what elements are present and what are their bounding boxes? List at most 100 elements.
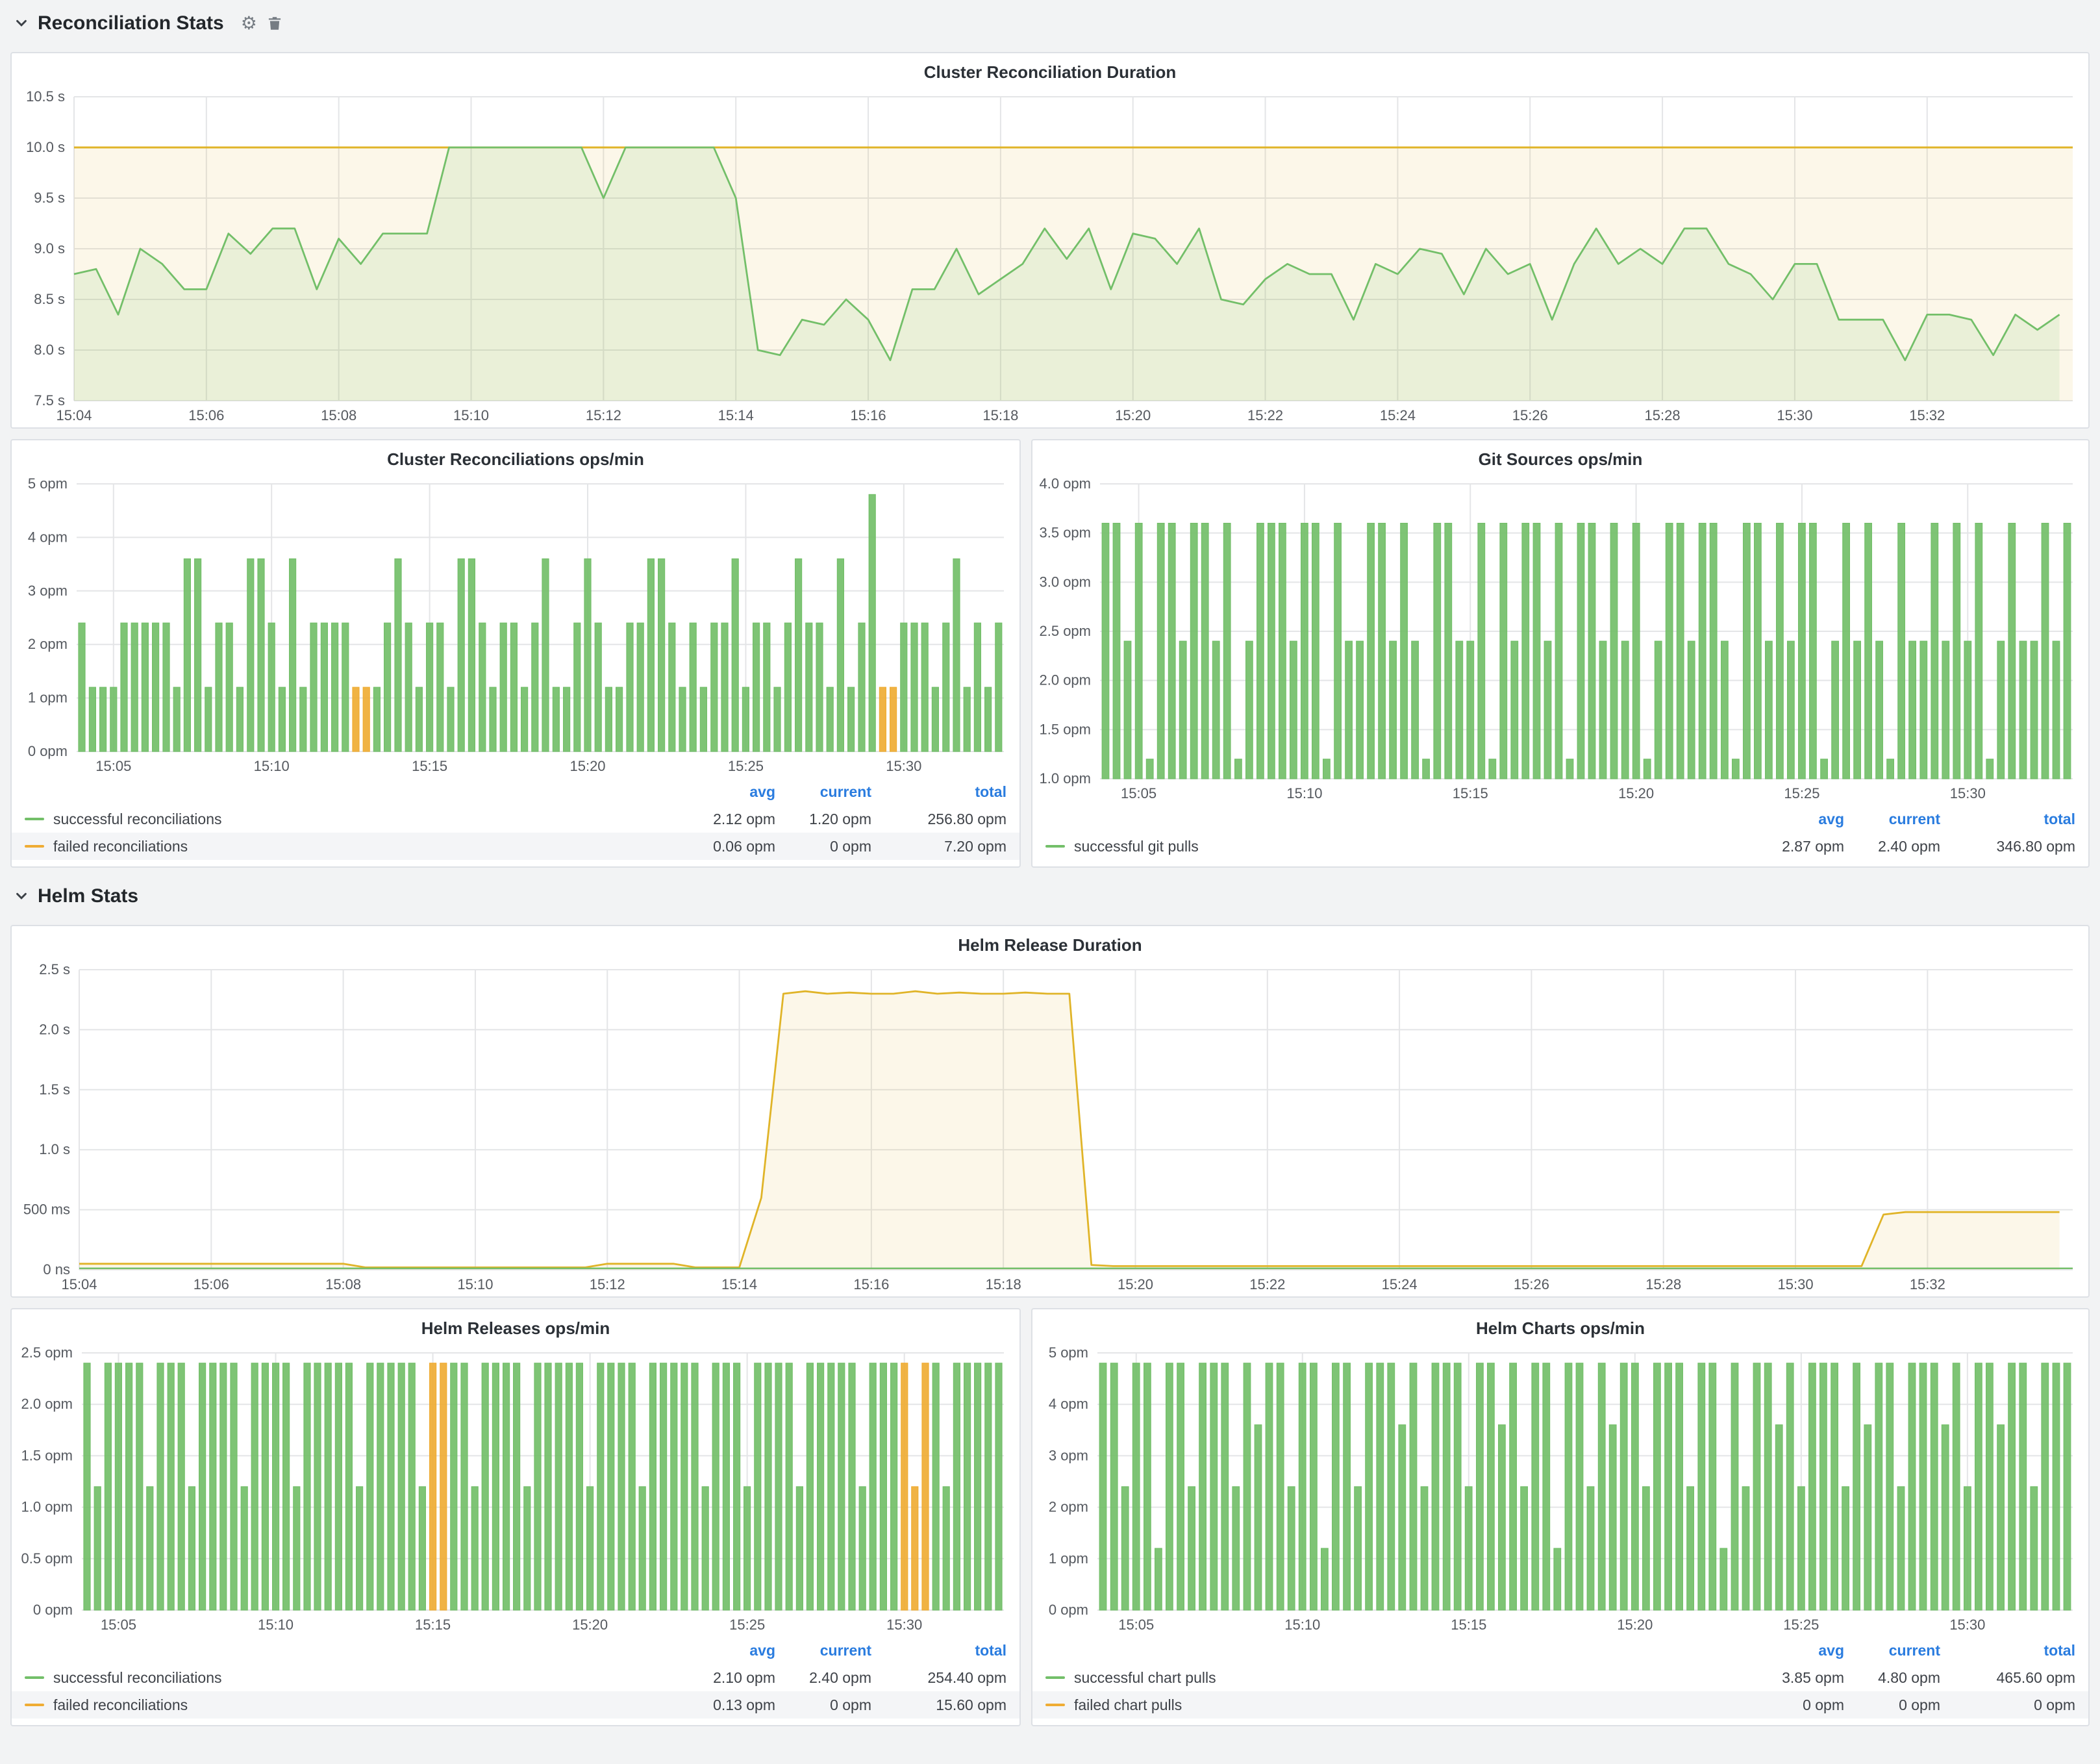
- svg-text:15:32: 15:32: [1909, 407, 1945, 423]
- legend-col-current[interactable]: current: [775, 1642, 871, 1659]
- svg-text:2.0 opm: 2.0 opm: [21, 1396, 73, 1412]
- legend-value-avg: 2.10 opm: [679, 1669, 775, 1687]
- panel-git-sources-ops: Git Sources ops/min 15:05 15:10 15:15 15:20…: [1031, 439, 2090, 868]
- chevron-down-icon[interactable]: [14, 16, 29, 31]
- svg-text:15:25: 15:25: [1784, 785, 1819, 801]
- legend-col-total[interactable]: total: [871, 783, 1006, 801]
- svg-text:15:10: 15:10: [1286, 785, 1322, 801]
- legend: avg current total successful chart pulls…: [1032, 1637, 2088, 1725]
- svg-text:10.5 s: 10.5 s: [26, 88, 65, 105]
- svg-text:15:15: 15:15: [1453, 785, 1488, 801]
- cluster-reconciliation-duration-chart[interactable]: 15:0415:0615:0815:1015:1215:1415:1615:18…: [12, 84, 2088, 427]
- panel-title[interactable]: Cluster Reconciliations ops/min: [12, 440, 1019, 471]
- svg-text:15:14: 15:14: [718, 407, 754, 423]
- svg-text:2.0 s: 2.0 s: [39, 1021, 70, 1037]
- legend-col-current[interactable]: current: [1844, 1642, 1940, 1659]
- legend-value-current: 2.40 opm: [775, 1669, 871, 1687]
- svg-text:9.0 s: 9.0 s: [34, 240, 65, 257]
- svg-text:3.5 opm: 3.5 opm: [1040, 525, 1092, 541]
- gear-icon[interactable]: ⚙: [241, 14, 257, 32]
- svg-text:15:28: 15:28: [1645, 1276, 1681, 1292]
- legend-value-current: 0 opm: [775, 1696, 871, 1714]
- legend-row-successful-git-pulls: successful git pulls 2.87 opm 2.40 opm 3…: [1032, 833, 2088, 860]
- panel-title[interactable]: Helm Releases ops/min: [12, 1309, 1019, 1340]
- legend-col-total[interactable]: total: [871, 1642, 1006, 1659]
- legend-value-total: 7.20 opm: [871, 838, 1006, 855]
- legend-row-successful-reconciliations: successful reconciliations 2.10 opm 2.40…: [12, 1664, 1019, 1691]
- svg-text:8.5 s: 8.5 s: [34, 291, 65, 307]
- legend-col-current[interactable]: current: [775, 783, 871, 801]
- panel-title[interactable]: Helm Charts ops/min: [1032, 1309, 2088, 1340]
- svg-text:15:25: 15:25: [729, 1617, 765, 1633]
- svg-text:15:20: 15:20: [569, 758, 605, 774]
- series-label[interactable]: successful git pulls: [1074, 838, 1199, 855]
- svg-text:15:26: 15:26: [1514, 1276, 1549, 1292]
- helm-charts-ops-chart[interactable]: 15:0515:1015:1515:2015:2515:300 opm1 opm…: [1032, 1340, 2088, 1637]
- svg-text:3.0 opm: 3.0 opm: [1040, 573, 1092, 590]
- legend-col-avg[interactable]: avg: [679, 1642, 775, 1659]
- legend-col-avg[interactable]: avg: [1748, 811, 1844, 828]
- series-color-dash: [25, 818, 44, 820]
- legend-col-avg[interactable]: avg: [679, 783, 775, 801]
- legend-row-failed-reconciliations: failed reconciliations 0.13 opm 0 opm 15…: [12, 1691, 1019, 1719]
- legend: avg current total successful git pulls 2…: [1032, 805, 2088, 866]
- series-label[interactable]: failed chart pulls: [1074, 1696, 1182, 1714]
- trash-icon[interactable]: [266, 15, 283, 32]
- panel-title[interactable]: Helm Release Duration: [12, 926, 2088, 957]
- svg-text:3 opm: 3 opm: [28, 583, 68, 599]
- svg-text:1.0 opm: 1.0 opm: [1040, 770, 1092, 787]
- legend-row-successful-chart-pulls: successful chart pulls 3.85 opm 4.80 opm…: [1032, 1664, 2088, 1691]
- cluster-reconciliations-ops-chart[interactable]: 15:0515:1015:1515:2015:2515:300 opm1 opm…: [12, 471, 1019, 778]
- svg-text:15:20: 15:20: [572, 1617, 608, 1633]
- legend-value-total: 346.80 opm: [1940, 838, 2075, 855]
- panel-helm-release-duration: Helm Release Duration 15:0415:0615:0815:…: [10, 925, 2090, 1298]
- legend-col-total[interactable]: total: [1940, 1642, 2075, 1659]
- svg-text:15:05: 15:05: [1121, 785, 1156, 801]
- series-label[interactable]: successful reconciliations: [53, 811, 222, 828]
- svg-text:2 opm: 2 opm: [1049, 1499, 1088, 1515]
- legend-header-row: avg current total: [12, 778, 1019, 805]
- svg-text:500 ms: 500 ms: [23, 1202, 70, 1218]
- svg-text:15:08: 15:08: [325, 1276, 361, 1292]
- svg-text:15:10: 15:10: [258, 1617, 294, 1633]
- legend-row-successful-reconciliations: successful reconciliations 2.12 opm 1.20…: [12, 805, 1019, 833]
- svg-text:15:30: 15:30: [1949, 1617, 1985, 1633]
- svg-text:15:16: 15:16: [851, 407, 886, 423]
- svg-text:1 opm: 1 opm: [28, 690, 68, 706]
- helm-releases-ops-chart[interactable]: 15:0515:1015:1515:2015:2515:300 opm0.5 o…: [12, 1340, 1019, 1637]
- helm-release-duration-chart[interactable]: 15:0415:0615:0815:1015:1215:1415:1615:18…: [12, 957, 2088, 1296]
- series-label[interactable]: successful chart pulls: [1074, 1669, 1216, 1687]
- legend-header-row: avg current total: [12, 1637, 1019, 1664]
- legend-value-current: 4.80 opm: [1844, 1669, 1940, 1687]
- svg-text:1.5 s: 1.5 s: [39, 1081, 70, 1098]
- panel-title[interactable]: Git Sources ops/min: [1032, 440, 2088, 471]
- svg-text:2.5 s: 2.5 s: [39, 961, 70, 977]
- series-label[interactable]: failed reconciliations: [53, 1696, 188, 1714]
- svg-text:15:16: 15:16: [853, 1276, 889, 1292]
- section-header-reconciliation-stats: Reconciliation Stats ⚙: [10, 5, 2090, 42]
- legend-col-avg[interactable]: avg: [1748, 1642, 1844, 1659]
- series-label[interactable]: failed reconciliations: [53, 838, 188, 855]
- git-sources-ops-chart[interactable]: 15:0515:1015:1515:2015:2515:301.0 opm1.5…: [1032, 471, 2088, 805]
- svg-text:15:32: 15:32: [1910, 1276, 1945, 1292]
- section-title[interactable]: Helm Stats: [38, 885, 138, 907]
- svg-text:15:18: 15:18: [982, 407, 1018, 423]
- svg-text:15:30: 15:30: [886, 1617, 922, 1633]
- svg-text:15:10: 15:10: [457, 1276, 493, 1292]
- legend-col-current[interactable]: current: [1844, 811, 1940, 828]
- legend: avg current total successful reconciliat…: [12, 1637, 1019, 1725]
- series-color-dash: [1045, 845, 1065, 848]
- svg-text:15:20: 15:20: [1618, 785, 1654, 801]
- series-label[interactable]: successful reconciliations: [53, 1669, 222, 1687]
- legend-value-avg: 3.85 opm: [1748, 1669, 1844, 1687]
- legend-value-avg: 2.87 opm: [1748, 838, 1844, 855]
- legend-value-total: 254.40 opm: [871, 1669, 1006, 1687]
- chevron-down-icon[interactable]: [14, 889, 29, 903]
- svg-text:3 opm: 3 opm: [1049, 1447, 1088, 1463]
- svg-text:15:10: 15:10: [453, 407, 489, 423]
- panel-title[interactable]: Cluster Reconciliation Duration: [12, 53, 2088, 84]
- section-title[interactable]: Reconciliation Stats: [38, 12, 224, 34]
- svg-text:15:12: 15:12: [586, 407, 621, 423]
- legend-col-total[interactable]: total: [1940, 811, 2075, 828]
- legend-value-current: 2.40 opm: [1844, 838, 1940, 855]
